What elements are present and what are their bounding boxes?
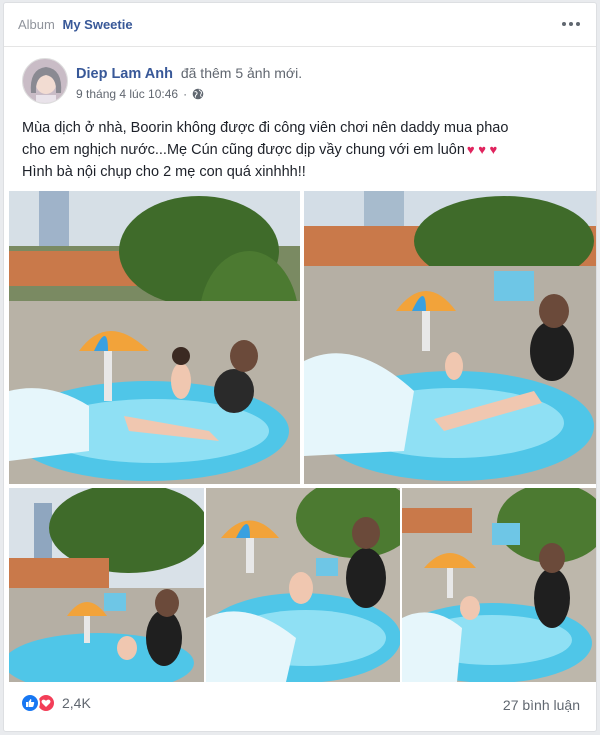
photo-5[interactable] — [402, 488, 596, 682]
post-body: Mùa dịch ở nhà, Boorin không được đi côn… — [22, 117, 587, 183]
photo-3[interactable] — [9, 488, 204, 682]
post-text-line-3: Hình bà nội chụp cho 2 mẹ con quá xinhhh… — [22, 164, 306, 180]
reactions-summary[interactable]: 2,4K — [20, 693, 91, 713]
album-label: Album — [18, 17, 55, 32]
globe-icon[interactable] — [192, 88, 204, 100]
post-action-text: đã thêm 5 ảnh mới. — [180, 65, 303, 81]
author-line: Diep Lam Anh đã thêm 5 ảnh mới. — [76, 65, 302, 82]
photo-4[interactable] — [206, 488, 400, 682]
album-header: Album My Sweetie — [4, 3, 596, 47]
post-card: Album My Sweetie Diep Lam Anh đã thêm 5 … — [3, 2, 597, 732]
post-text-line-2: cho em nghịch nước...Mẹ Cún cũng được dị… — [22, 142, 465, 158]
photo-1[interactable] — [9, 191, 300, 484]
like-icon — [20, 693, 40, 713]
post-meta: 9 tháng 4 lúc 10:46 · — [76, 87, 204, 101]
post-footer: 2,4K 27 bình luận — [4, 687, 596, 727]
reaction-count: 2,4K — [62, 695, 91, 711]
album-name-link[interactable]: My Sweetie — [62, 17, 132, 32]
post-timestamp[interactable]: 9 tháng 4 lúc 10:46 — [76, 87, 178, 101]
album-title: Album My Sweetie — [18, 17, 133, 32]
post-text-line-1: Mùa dịch ở nhà, Boorin không được đi côn… — [22, 120, 509, 136]
photo-2[interactable] — [304, 191, 596, 484]
comment-count-link[interactable]: 27 bình luận — [503, 697, 580, 713]
avatar[interactable] — [22, 58, 68, 104]
heart-emoji-icon: ♥ ♥ ♥ — [466, 142, 498, 157]
more-options-icon[interactable] — [560, 17, 582, 31]
author-name-link[interactable]: Diep Lam Anh — [76, 66, 173, 82]
